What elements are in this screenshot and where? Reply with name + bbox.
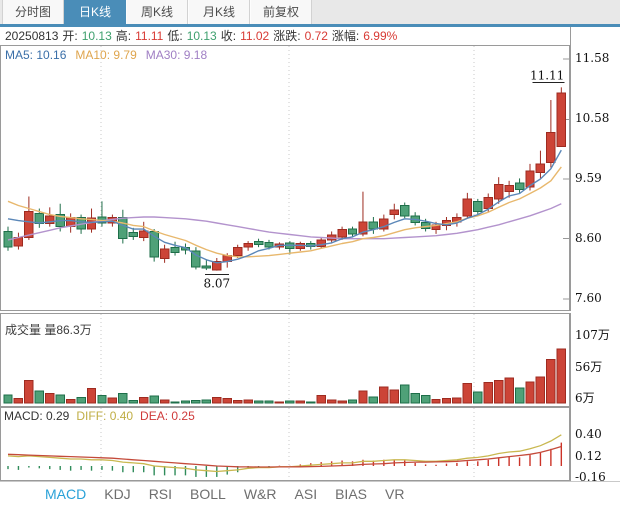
change-label: 涨跌: [273,29,301,43]
macd-axis: 0.40 0.12 -0.16 [570,407,620,484]
candlestick-panel: 11.11 8.07 MA5: 10.16 MA10: 9.79 MA30: 9.… [0,45,570,311]
low-label: 低: [167,29,183,43]
ma30-label: MA30: 9.18 [145,48,208,62]
candlestick-chart: 11.11 8.07 [3,46,569,310]
open-value: 10.13 [81,29,112,43]
y-axis-tick-label: 0.40 [575,426,602,441]
macd-panel: MACD: 0.29 DIFF: 0.40 DEA: 0.25 [0,407,570,481]
ma-legend: MA5: 10.16 MA10: 9.79 MA30: 9.18 [5,48,207,62]
ohlc-info-bar: 20250813 开: 10.13 高: 11.11 低: 10.13 收: 1… [0,27,620,45]
close-label: 收: [220,29,237,43]
macd-legend: MACD: 0.29 DIFF: 0.40 DEA: 0.25 [4,409,195,423]
tab-minute-chart[interactable]: 分时图 [2,0,64,24]
y-axis-tick-label: 56万 [575,360,603,375]
y-axis-tick-label: 107万 [575,328,610,343]
dea-value-label: DEA: 0.25 [140,409,195,423]
high-price-annotation: 11.11 [530,68,564,82]
ma10-label: MA10: 9.79 [75,48,137,62]
y-axis-tick-label: 11.58 [575,51,610,65]
indicator-tab-boll[interactable]: BOLL [190,486,226,502]
indicator-tab-asi[interactable]: ASI [295,486,318,502]
y-axis-tick-label: 8.60 [575,230,602,245]
volume-axis: 107万 56万 6万 [570,313,620,407]
change-pct-value: 6.99% [363,29,398,43]
diff-value-label: DIFF: 0.40 [76,409,134,423]
low-value: 10.13 [186,29,217,43]
y-axis-tick-label: 6万 [575,391,595,406]
open-label: 开: [62,29,78,43]
volume-label: 成交量 量86.3万 [5,323,92,337]
change-pct-label: 涨幅: [331,29,360,43]
tab-weekly-k[interactable]: 周K线 [126,0,188,24]
indicator-tab-bias[interactable]: BIAS [335,486,367,502]
macd-value-label: MACD: 0.29 [4,409,70,423]
tab-daily-k[interactable]: 日K线 [64,0,126,24]
indicator-tab-vr[interactable]: VR [385,486,404,502]
y-axis-tick-label: 10.58 [575,111,610,126]
y-axis-tick-label: 0.12 [575,448,602,463]
close-value: 11.02 [240,29,270,43]
indicator-tab-macd[interactable]: MACD [45,486,86,502]
indicator-tab-rsi[interactable]: RSI [149,486,172,502]
period-tab-bar: 分时图 日K线 周K线 月K线 前复权 [0,0,620,27]
high-value: 11.11 [135,29,164,43]
price-axis: 11.58 10.58 9.59 8.60 7.60 [570,45,620,311]
trade-date: 20250813 [5,29,59,43]
low-price-annotation: 8.07 [203,277,230,291]
tab-monthly-k[interactable]: 月K线 [188,0,250,24]
indicator-tab-bar: MACD KDJ RSI BOLL W&R ASI BIAS VR [0,481,620,506]
y-axis-tick-label: 9.59 [575,171,602,185]
ma5-label: MA5: 10.16 [5,48,67,62]
y-axis-tick-label: 7.60 [575,291,602,305]
volume-panel: 成交量 量86.3万 [0,313,570,407]
indicator-tab-kdj[interactable]: KDJ [104,486,130,502]
change-value: 0.72 [304,29,328,43]
high-label: 高: [115,29,132,43]
indicator-tab-wr[interactable]: W&R [244,486,277,502]
tab-forward-adjusted[interactable]: 前复权 [250,0,312,24]
axis-spacer [570,27,620,45]
